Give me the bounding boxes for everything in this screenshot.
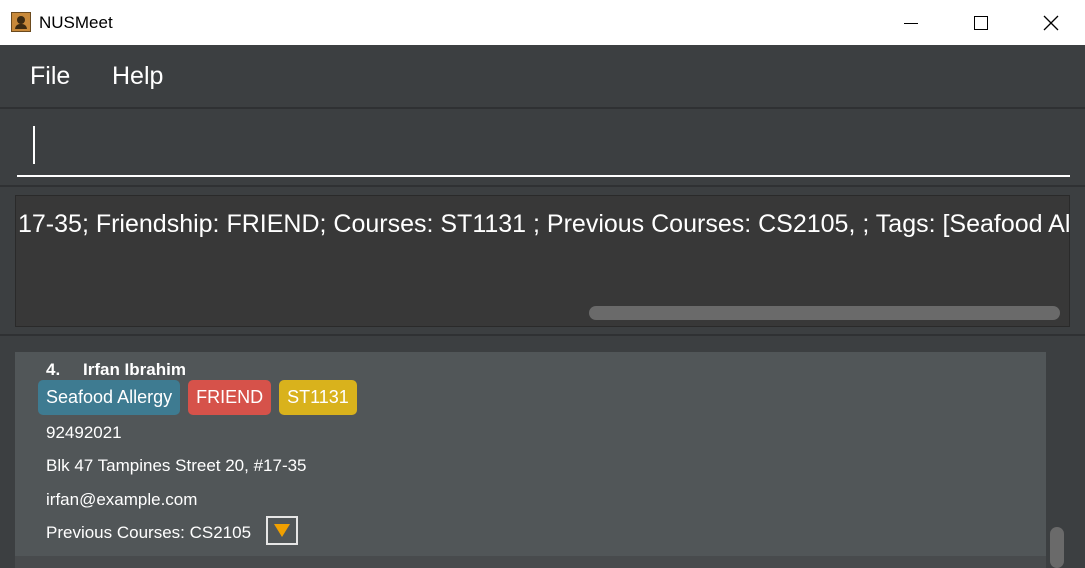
expand-courses-button[interactable] (266, 516, 298, 545)
text-caret (33, 126, 35, 164)
command-panel (0, 109, 1085, 187)
tag-seafood-allergy: Seafood Allergy (38, 380, 181, 415)
close-icon (1043, 15, 1059, 30)
previous-courses: Previous Courses: CS2105 (46, 523, 252, 542)
person-index: 4. (46, 360, 61, 379)
result-display: 17-35; Friendship: FRIEND; Courses: ST11… (15, 195, 1070, 327)
person-card[interactable]: 4. Irfan Ibrahim Seafood Allergy FRIEND … (15, 352, 1046, 556)
maximize-button[interactable] (958, 0, 1004, 45)
tag-list: Seafood Allergy FRIEND ST1131 (38, 380, 357, 415)
close-button[interactable] (1028, 0, 1074, 45)
person-email: irfan@example.com (46, 490, 198, 509)
person-list: 4. Irfan Ibrahim Seafood Allergy FRIEND … (0, 336, 1085, 568)
menu-help[interactable]: Help (112, 62, 163, 91)
contacts-icon (11, 12, 31, 32)
tag-course: ST1131 (279, 380, 357, 415)
minimize-button[interactable] (888, 0, 934, 45)
next-card-edge (15, 556, 1046, 568)
triangle-down-icon (274, 524, 290, 537)
window-title: NUSMeet (39, 13, 113, 32)
horizontal-scrollbar[interactable] (589, 306, 1060, 320)
vertical-scrollbar[interactable] (1050, 527, 1064, 568)
person-address: Blk 47 Tampines Street 20, #17-35 (46, 456, 307, 475)
result-text: 17-35; Friendship: FRIEND; Courses: ST11… (18, 210, 1070, 238)
menu-bar: File Help (0, 45, 1085, 109)
minimize-icon (904, 23, 918, 24)
command-input[interactable] (17, 117, 1070, 177)
person-phone: 92492021 (46, 423, 122, 442)
person-name: Irfan Ibrahim (83, 360, 186, 379)
menu-file[interactable]: File (30, 62, 70, 91)
result-panel: 17-35; Friendship: FRIEND; Courses: ST11… (0, 187, 1085, 336)
maximize-icon (974, 15, 988, 30)
title-bar: NUSMeet (0, 0, 1085, 45)
tag-friendship: FRIEND (188, 380, 272, 415)
